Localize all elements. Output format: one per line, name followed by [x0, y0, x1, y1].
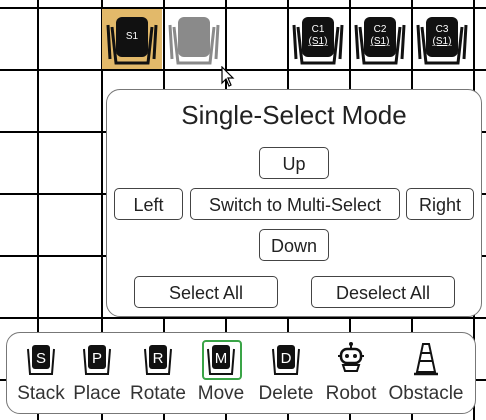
chair-label: S1 [125, 31, 139, 42]
mouse-cursor-icon [221, 66, 235, 87]
panel-title: Single-Select Mode [181, 100, 407, 130]
chair-s1[interactable]: S1 [104, 11, 160, 67]
deselect-all-button[interactable]: Deselect All [311, 276, 455, 308]
tool-rotate[interactable]: R Rotate [127, 341, 189, 409]
tool-label: Stack [17, 383, 65, 404]
down-button[interactable]: Down [259, 229, 329, 261]
rotate-icon: R [140, 341, 176, 377]
tool-label: Robot [325, 383, 377, 404]
chair-label: C1 [311, 24, 325, 35]
robot-icon [333, 341, 369, 377]
chair-c2[interactable]: C2 (S1) [352, 11, 408, 67]
tool-label: Move [197, 383, 245, 404]
tool-label: Obstacle [388, 383, 464, 404]
left-button[interactable]: Left [114, 188, 183, 220]
chair-ghost[interactable] [166, 11, 222, 67]
single-select-panel: Single-Select Mode Up Left Switch to Mul… [106, 89, 482, 317]
chair-c3[interactable]: C3 (S1) [414, 11, 470, 67]
right-button[interactable]: Right [406, 188, 474, 220]
tool-obstacle[interactable]: Obstacle [385, 341, 467, 409]
tool-robot[interactable]: Robot [321, 341, 381, 409]
tool-place[interactable]: P Place [69, 341, 125, 409]
tool-label: Delete [258, 383, 314, 404]
obstacle-icon [408, 341, 444, 377]
chair-sublabel: (S1) [370, 36, 390, 47]
move-icon: M [202, 340, 242, 380]
tool-delete[interactable]: D Delete [253, 341, 319, 409]
tool-toolbar: S Stack P Place R Rotate M Move D Delete… [6, 332, 476, 414]
delete-icon: D [268, 341, 304, 377]
stack-icon: S [23, 341, 59, 377]
tool-stack[interactable]: S Stack [13, 341, 69, 409]
chair-label: C3 [435, 24, 449, 35]
up-button[interactable]: Up [259, 147, 329, 179]
switch-multi-select-button[interactable]: Switch to Multi-Select [190, 188, 400, 220]
chair-sublabel: (S1) [432, 36, 452, 47]
active-tool-outline [202, 340, 242, 380]
place-icon: P [79, 341, 115, 377]
rotate-glyph: R [153, 350, 164, 367]
chair-label: C2 [373, 24, 387, 35]
select-all-button[interactable]: Select All [134, 276, 278, 308]
chair-c1[interactable]: C1 (S1) [290, 11, 346, 67]
tool-label: Rotate [130, 383, 186, 404]
chair-sublabel: (S1) [308, 36, 328, 47]
delete-glyph: D [281, 350, 292, 367]
stack-glyph: S [36, 350, 46, 367]
place-glyph: P [92, 350, 102, 367]
tool-label: Place [73, 383, 121, 404]
tool-move[interactable]: M Move [193, 340, 249, 409]
chair-ghost-icon [168, 17, 220, 65]
